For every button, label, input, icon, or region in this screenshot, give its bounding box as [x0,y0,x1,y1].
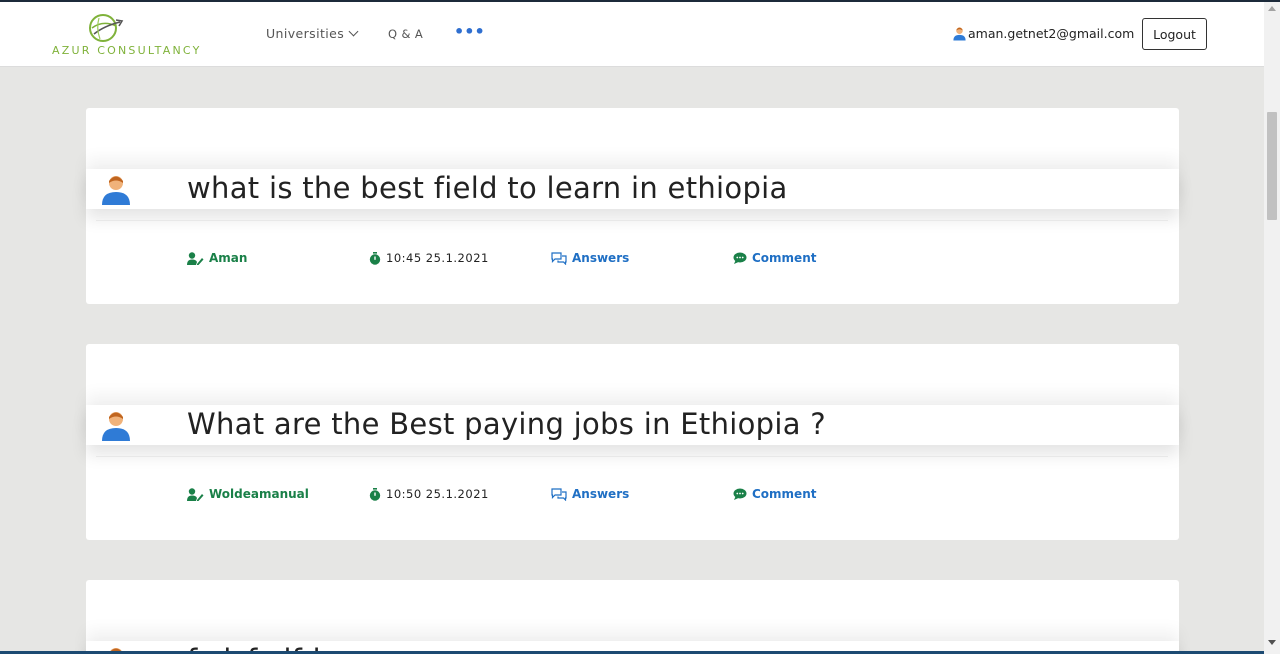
answers-link[interactable]: Answers [551,487,629,501]
scroll-up-arrow-icon[interactable] [1268,6,1276,11]
scroll-down-arrow-icon[interactable] [1268,640,1276,645]
comments-icon [551,251,567,265]
time-value: 10:50 25.1.2021 [386,487,489,501]
brand-logo[interactable]: AZUR CONSULTANCY [52,12,222,60]
author-name: Aman [209,251,248,265]
answers-label: Answers [572,251,630,265]
question-title[interactable]: What are the Best paying jobs in Ethiopi… [187,405,826,443]
user-account[interactable]: aman.getnet2@gmail.com [952,26,1134,41]
question-title-band: What are the Best paying jobs in Ethiopi… [86,405,1179,445]
comment-label: Comment [752,251,817,265]
question-card: what is the best field to learn in ethio… [86,108,1179,304]
time-value: 10:45 25.1.2021 [386,251,489,265]
top-navbar: AZUR CONSULTANCY Universities Q & A ••• … [0,2,1264,67]
comment-link[interactable]: Comment [733,487,816,501]
author-name: Woldeamanual [209,487,309,501]
person-avatar-icon [102,412,130,441]
comment-bubble-icon [733,488,747,500]
person-avatar-icon [102,176,130,205]
more-menu-icon[interactable]: ••• [454,22,485,41]
globe-logo-icon [89,14,124,42]
question-title-band: what is the best field to learn in ethio… [86,169,1179,209]
user-edit-icon [187,251,204,265]
question-card: What are the Best paying jobs in Ethiopi… [86,344,1179,540]
chevron-down-icon [348,26,359,37]
question-title[interactable]: what is the best field to learn in ethio… [187,169,788,207]
nav-qa-link[interactable]: Q & A [388,27,423,41]
card-divider [96,220,1168,221]
answers-link[interactable]: Answers [551,251,629,265]
logout-button[interactable]: Logout [1142,18,1207,50]
brand-name: AZUR CONSULTANCY [52,44,202,57]
question-time: 10:45 25.1.2021 [369,251,489,265]
card-divider [96,456,1168,457]
stopwatch-icon [369,251,381,265]
question-card: fsdsfsdfdss [86,580,1179,654]
user-edit-icon [187,487,204,501]
nav-universities-label: Universities [266,26,345,41]
comment-link[interactable]: Comment [733,251,816,265]
comment-bubble-icon [733,252,747,264]
answers-label: Answers [572,487,630,501]
user-avatar-icon [953,27,966,41]
question-time: 10:50 25.1.2021 [369,487,489,501]
user-email: aman.getnet2@gmail.com [968,26,1135,41]
question-author[interactable]: Aman [187,251,247,265]
scrollbar-thumb[interactable] [1267,112,1277,220]
stopwatch-icon [369,487,381,501]
vertical-scrollbar[interactable] [1264,2,1280,654]
question-author[interactable]: Woldeamanual [187,487,309,501]
nav-universities-dropdown[interactable]: Universities [266,26,359,41]
comment-label: Comment [752,487,817,501]
comments-icon [551,487,567,501]
